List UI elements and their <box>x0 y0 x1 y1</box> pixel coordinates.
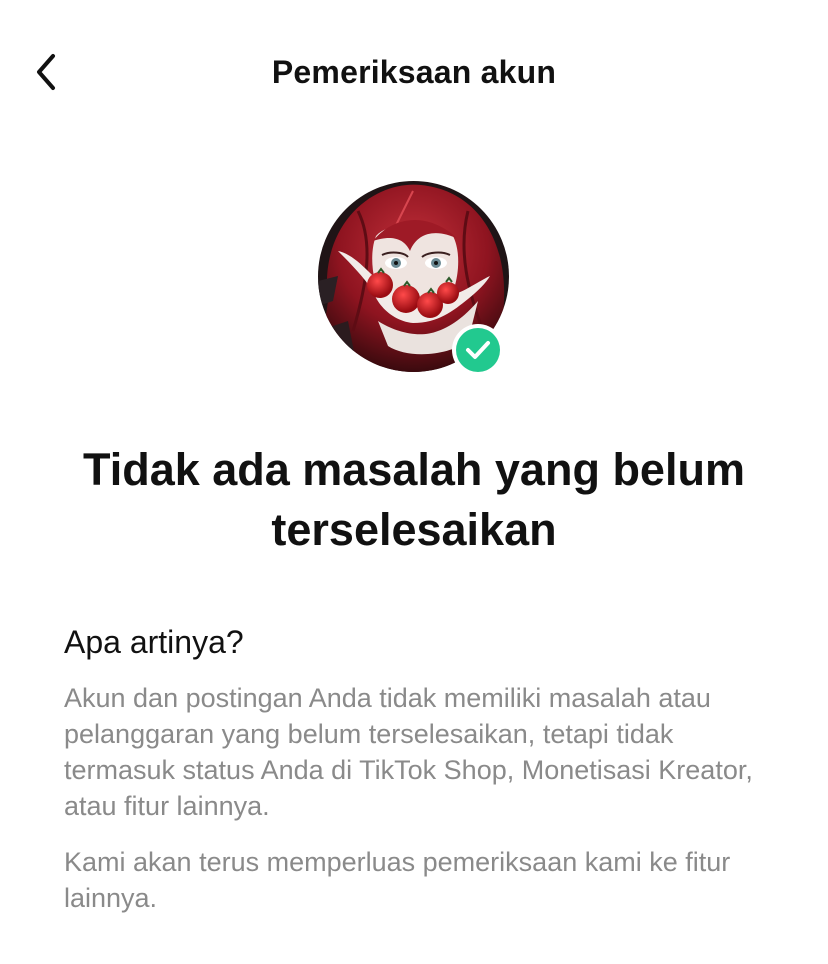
info-paragraph-2: Kami akan terus memperluas pemeriksaan k… <box>64 847 731 913</box>
info-paragraph-1: Akun dan postingan Anda tidak memiliki m… <box>64 683 753 821</box>
header: Pemeriksaan akun <box>0 0 828 140</box>
page-title: Pemeriksaan akun <box>271 54 557 90</box>
verified-badge <box>452 324 504 376</box>
status-title: Tidak ada masalah yang belum terselesaik… <box>83 444 745 555</box>
verified-check-icon <box>456 328 500 372</box>
section-heading: Apa artinya? <box>64 624 244 660</box>
profile-avatar-container <box>318 181 509 376</box>
